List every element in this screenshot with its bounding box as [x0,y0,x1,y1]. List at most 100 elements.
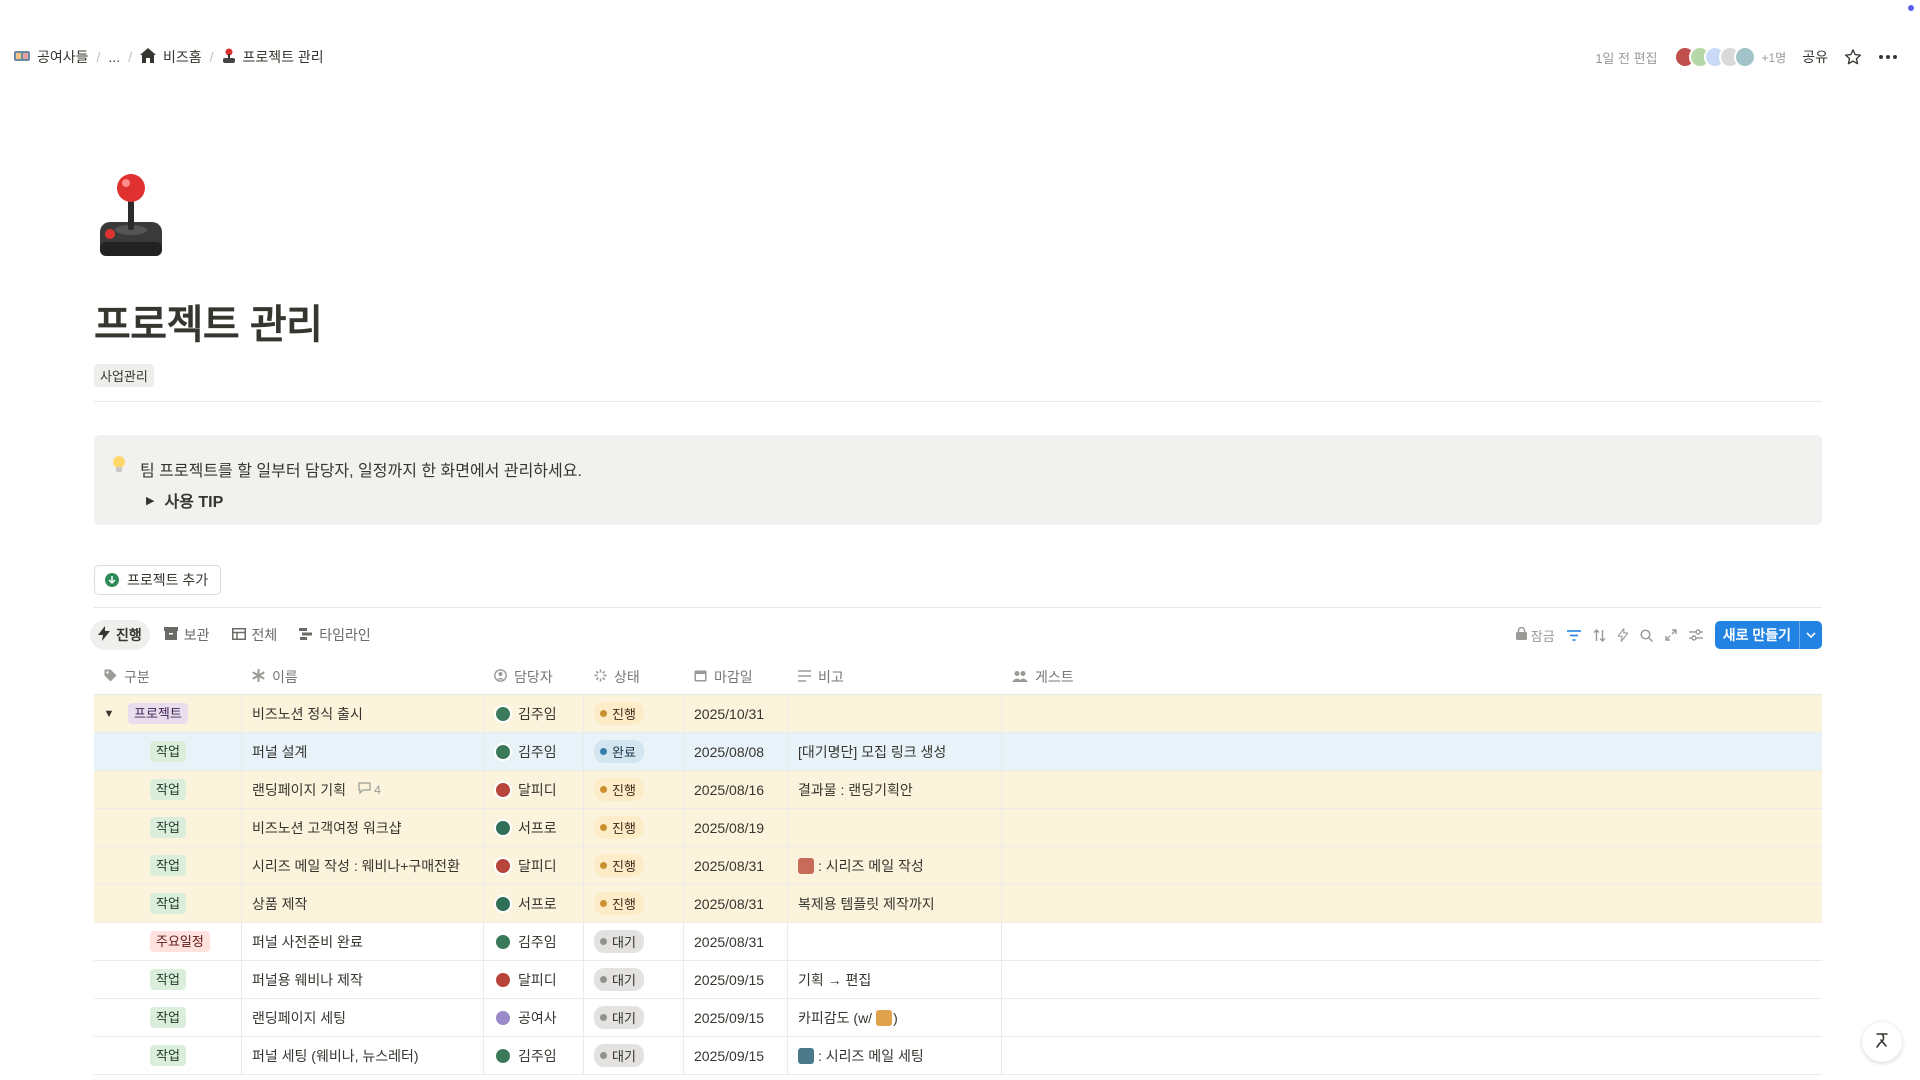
status-cell[interactable]: 완료 [584,733,684,770]
status-cell[interactable]: 진행 [584,695,684,732]
help-assistant-button[interactable] [1862,1022,1902,1062]
star-icon[interactable] [1844,48,1862,66]
table-row[interactable]: 작업 랜딩페이지 세팅 공여사 대기 2025/09/15 카피감도 (w/ ) [94,999,1822,1037]
collaborator-avatars[interactable]: +1명 [1673,46,1786,68]
table-row[interactable]: 작업 시리즈 메일 작성 : 웨비나+구매전환 달피디 진행 2025/08/3… [94,847,1822,885]
view-tab-all[interactable]: 전체 [224,620,286,650]
column-header-kind[interactable]: 구분 [94,660,242,694]
lock-button[interactable]: 잠금 [1515,626,1555,645]
table-row[interactable]: ▼ 프로젝트 비즈노션 정식 출시 김주임 진행 2025/10/31 [94,695,1822,733]
owner-cell[interactable]: 김주임 [484,923,584,960]
owner-cell[interactable]: 김주임 [484,1037,584,1074]
add-project-button[interactable]: 프로젝트 추가 [94,565,222,595]
owner-cell[interactable]: 서프로 [484,885,584,922]
page-tag[interactable]: 사업관리 [94,364,154,387]
note-cell[interactable] [788,923,1002,960]
owner-cell[interactable]: 달피디 [484,847,584,884]
note-cell[interactable]: [대기명단] 모집 링크 생성 [788,733,1002,770]
name-cell[interactable]: 퍼널 세팅 (웨비나, 뉴스레터) [242,1037,484,1074]
guest-cell[interactable] [1002,885,1822,922]
guest-cell[interactable] [1002,771,1822,808]
filter-icon[interactable] [1566,629,1581,641]
due-date-cell[interactable]: 2025/09/15 [684,999,788,1036]
breadcrumb-bizhome[interactable]: 비즈홈 [139,47,202,67]
name-cell[interactable]: 상품 제작 [242,885,484,922]
status-cell[interactable]: 진행 [584,847,684,884]
owner-cell[interactable]: 김주임 [484,733,584,770]
note-cell[interactable]: : 시리즈 메일 작성 [788,847,1002,884]
sort-icon[interactable] [1593,628,1606,642]
note-cell[interactable] [788,695,1002,732]
search-icon[interactable] [1640,628,1653,642]
status-cell[interactable]: 진행 [584,771,684,808]
name-cell[interactable]: 퍼널 설계 [242,733,484,770]
comment-count[interactable]: 4 [358,782,381,797]
guest-cell[interactable] [1002,733,1822,770]
name-cell[interactable]: 비즈노션 고객여정 워크샵 [242,809,484,846]
more-options-icon[interactable] [1878,54,1898,60]
column-header-status[interactable]: 상태 [584,660,684,694]
status-cell[interactable]: 대기 [584,1037,684,1074]
column-header-owner[interactable]: 담당자 [484,660,584,694]
breadcrumb-current-page[interactable]: 프로젝트 관리 [222,47,324,67]
guest-cell[interactable] [1002,809,1822,846]
note-cell[interactable]: 기획 → 편집 [788,961,1002,998]
column-header-note[interactable]: 비고 [788,660,1002,694]
due-date-cell[interactable]: 2025/08/16 [684,771,788,808]
owner-cell[interactable]: 공여사 [484,999,584,1036]
table-row[interactable]: 작업 상품 제작 서프로 진행 2025/08/31 복제용 템플릿 제작까지 [94,885,1822,923]
note-cell[interactable]: 결과물 : 랜딩기획안 [788,771,1002,808]
note-cell[interactable]: 복제용 템플릿 제작까지 [788,885,1002,922]
due-date-cell[interactable]: 2025/08/31 [684,847,788,884]
table-row[interactable]: 작업 비즈노션 고객여정 워크샵 서프로 진행 2025/08/19 [94,809,1822,847]
guest-cell[interactable] [1002,961,1822,998]
guest-cell[interactable] [1002,847,1822,884]
owner-cell[interactable]: 김주임 [484,695,584,732]
due-date-cell[interactable]: 2025/08/31 [684,885,788,922]
owner-cell[interactable]: 달피디 [484,771,584,808]
breadcrumb-ellipsis[interactable]: ... [108,49,120,65]
name-cell[interactable]: 랜딩페이지 기획 4 [242,771,484,808]
status-cell[interactable]: 대기 [584,999,684,1036]
name-cell[interactable]: 퍼널용 웨비나 제작 [242,961,484,998]
view-tab-archive[interactable]: 보관 [156,620,218,650]
chevron-down-icon[interactable] [1799,621,1822,649]
name-cell[interactable]: 비즈노션 정식 출시 [242,695,484,732]
column-header-due-date[interactable]: 마감일 [684,660,788,694]
column-header-name[interactable]: 이름 [242,660,484,694]
owner-cell[interactable]: 서프로 [484,809,584,846]
due-date-cell[interactable]: 2025/08/19 [684,809,788,846]
view-tab-timeline[interactable]: 타임라인 [291,620,379,650]
share-button[interactable]: 공유 [1802,47,1828,67]
new-button-label[interactable]: 새로 만들기 [1715,621,1799,649]
new-button[interactable]: 새로 만들기 [1714,621,1822,649]
expand-icon[interactable] [1665,629,1677,641]
table-row[interactable]: 작업 퍼널용 웨비나 제작 달피디 대기 2025/09/15 기획 → 편집 [94,961,1822,999]
joystick-icon[interactable] [94,172,174,264]
name-cell[interactable]: 시리즈 메일 작성 : 웨비나+구매전환 [242,847,484,884]
breadcrumb-workspace[interactable]: 공여사들 [14,47,89,67]
due-date-cell[interactable]: 2025/10/31 [684,695,788,732]
view-tab-in-progress[interactable]: 진행 [90,620,150,650]
name-cell[interactable]: 랜딩페이지 세팅 [242,999,484,1036]
automation-lightning-icon[interactable] [1617,628,1628,642]
name-cell[interactable]: 퍼널 사전준비 완료 [242,923,484,960]
due-date-cell[interactable]: 2025/09/15 [684,961,788,998]
guest-cell[interactable] [1002,999,1822,1036]
settings-sliders-icon[interactable] [1688,629,1703,641]
usage-tip-toggle[interactable]: ▶ 사용 TIP [146,488,223,512]
status-cell[interactable]: 대기 [584,961,684,998]
table-row[interactable]: 작업 퍼널 세팅 (웨비나, 뉴스레터) 김주임 대기 2025/09/15 :… [94,1037,1822,1075]
guest-cell[interactable] [1002,923,1822,960]
status-cell[interactable]: 진행 [584,885,684,922]
caret-down-icon[interactable]: ▼ [98,708,120,720]
due-date-cell[interactable]: 2025/09/15 [684,1037,788,1074]
table-row[interactable]: 주요일정 퍼널 사전준비 완료 김주임 대기 2025/08/31 [94,923,1822,961]
guest-cell[interactable] [1002,1037,1822,1074]
guest-cell[interactable] [1002,695,1822,732]
table-row[interactable]: 작업 퍼널 설계 김주임 완료 2025/08/08 [대기명단] 모집 링크 … [94,733,1822,771]
due-date-cell[interactable]: 2025/08/08 [684,733,788,770]
table-row[interactable]: 작업 랜딩페이지 기획 4 달피디 진행 2025/08/16 결과물 : 랜딩… [94,771,1822,809]
note-cell[interactable] [788,809,1002,846]
note-cell[interactable]: : 시리즈 메일 세팅 [788,1037,1002,1074]
